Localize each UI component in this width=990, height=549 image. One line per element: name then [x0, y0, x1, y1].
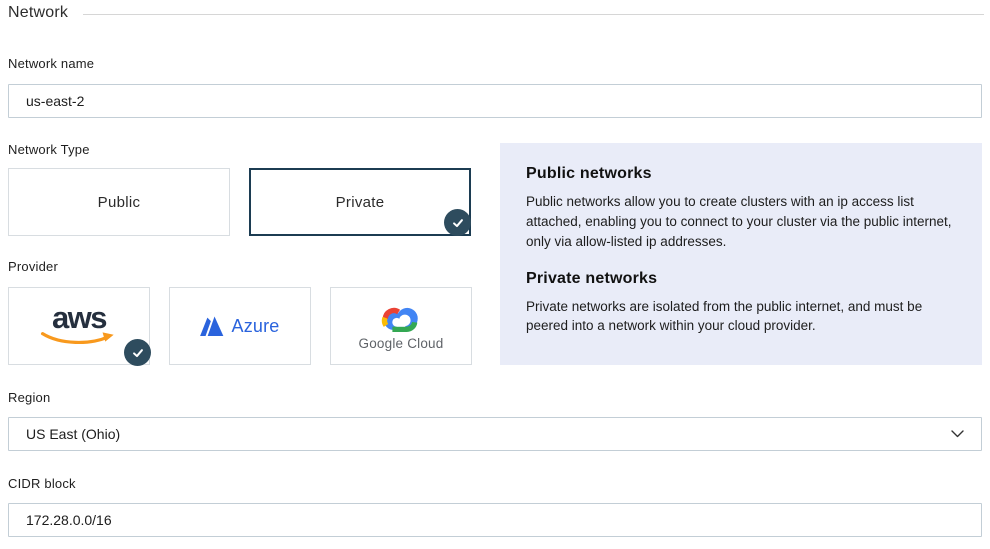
- region-label: Region: [8, 390, 50, 405]
- region-select-value: US East (Ohio): [26, 426, 120, 442]
- network-type-option-public[interactable]: Public: [8, 168, 230, 236]
- google-cloud-logo-icon: Google Cloud: [359, 302, 444, 351]
- google-cloud-icon: [379, 302, 423, 333]
- network-type-label: Network Type: [8, 142, 90, 157]
- info-heading-private: Private networks: [526, 270, 956, 288]
- chevron-down-icon: [951, 430, 964, 438]
- provider-label: Provider: [8, 259, 58, 274]
- info-body-private: Private networks are isolated from the p…: [526, 297, 956, 337]
- azure-logo-text: Azure: [231, 316, 279, 337]
- info-body-public: Public networks allow you to create clus…: [526, 192, 956, 252]
- cidr-block-input[interactable]: [8, 503, 982, 537]
- check-icon: [444, 209, 471, 236]
- network-type-option-label: Public: [98, 194, 141, 211]
- page-title: Network: [8, 4, 68, 22]
- aws-logo-text: aws: [52, 305, 106, 331]
- info-heading-public: Public networks: [526, 165, 956, 183]
- network-name-label: Network name: [8, 56, 94, 71]
- network-name-input[interactable]: [8, 84, 982, 118]
- provider-option-azure[interactable]: Azure: [169, 287, 311, 365]
- section-header: Network: [8, 4, 984, 22]
- region-select[interactable]: US East (Ohio): [8, 417, 982, 451]
- google-cloud-logo-text: Google Cloud: [359, 336, 444, 351]
- network-type-option-private[interactable]: Private: [249, 168, 471, 236]
- provider-option-aws[interactable]: aws: [8, 287, 150, 365]
- cidr-block-label: CIDR block: [8, 476, 76, 491]
- network-info-panel: Public networks Public networks allow yo…: [500, 143, 982, 365]
- azure-logo-icon: Azure: [200, 316, 279, 337]
- check-icon: [124, 339, 151, 366]
- aws-smile-icon: [37, 331, 121, 347]
- network-type-option-label: Private: [336, 194, 385, 211]
- azure-a-icon: [200, 316, 224, 337]
- section-divider: [83, 14, 984, 15]
- aws-logo-icon: aws: [37, 305, 121, 347]
- provider-option-google-cloud[interactable]: Google Cloud: [330, 287, 472, 365]
